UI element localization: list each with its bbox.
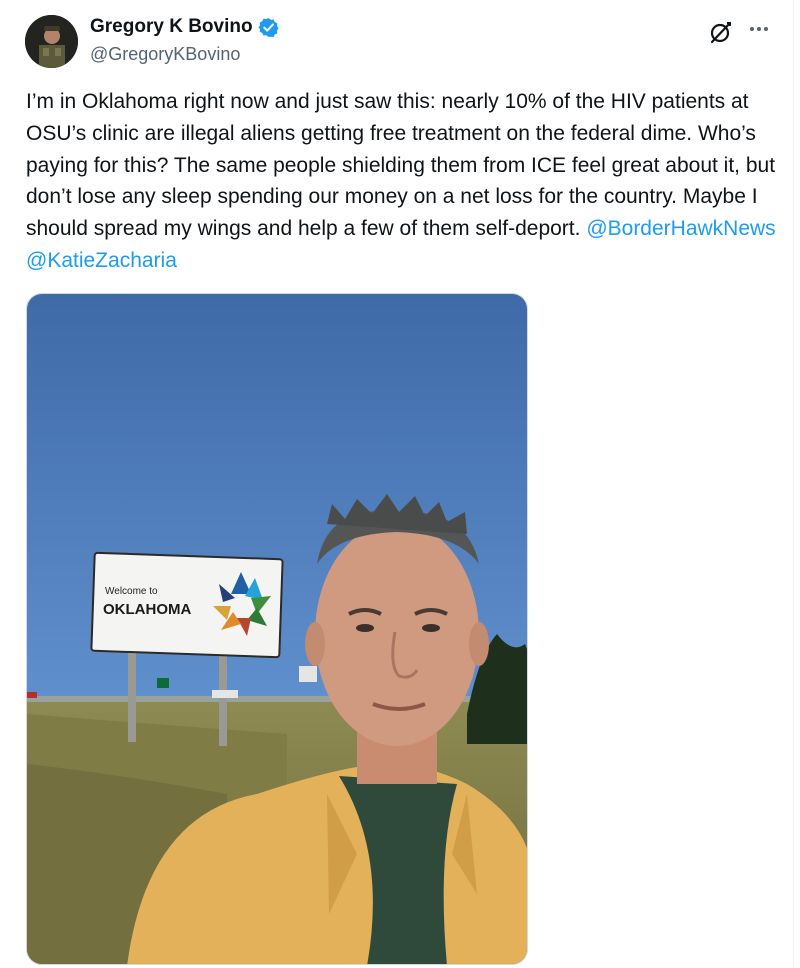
tweet-text: I’m in Oklahoma right now and just saw t… (26, 86, 778, 277)
user-handle[interactable]: @GregoryKBovino (90, 44, 240, 65)
avatar[interactable] (25, 15, 78, 68)
sign-welcome-text: Welcome to (105, 586, 158, 597)
mention-link[interactable]: @KatieZacharia (26, 249, 177, 272)
verified-badge-icon (257, 17, 279, 38)
sign-state-text: OKLAHOMA (103, 601, 191, 618)
mention-link[interactable]: @BorderHawkNews (586, 217, 775, 240)
divider (793, 0, 794, 968)
tweet-card: Gregory K Bovino @GregoryKBovino I’m in … (0, 0, 800, 968)
grok-icon[interactable] (708, 19, 734, 45)
display-name[interactable]: Gregory K Bovino (90, 16, 253, 38)
more-options-icon[interactable] (746, 19, 772, 39)
tweet-photo[interactable]: Welcome to OKLAHOMA (26, 293, 528, 965)
